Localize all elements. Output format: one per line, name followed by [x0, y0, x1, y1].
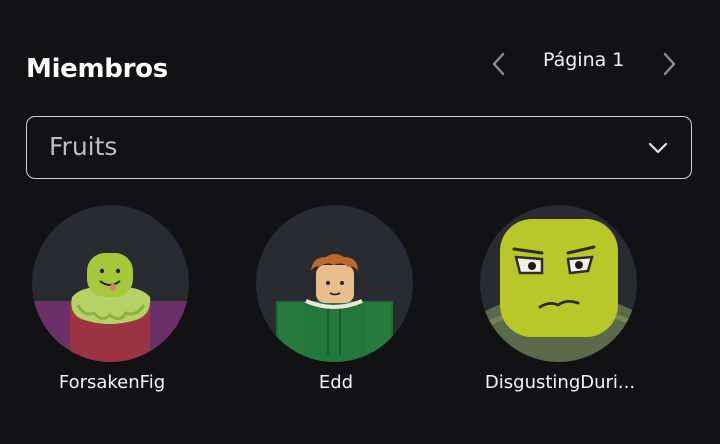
member-name: ForsakenFig	[58, 372, 166, 393]
avatar-image	[480, 219, 637, 362]
previous-page-button[interactable]	[483, 48, 515, 80]
avatar[interactable]	[480, 205, 637, 362]
group-members-panel: Miembros Página 1 Fruits ForsakenFig Edd…	[0, 0, 720, 444]
avatar-image	[32, 253, 189, 362]
role-dropdown-value: Fruits	[49, 132, 118, 161]
page-indicator: Página 1	[543, 49, 625, 71]
members-heading: Miembros	[26, 54, 168, 84]
avatar-image	[276, 254, 393, 362]
next-page-button[interactable]	[653, 48, 685, 80]
member-card[interactable]: ForsakenFig	[32, 205, 192, 393]
role-dropdown[interactable]: Fruits	[26, 116, 692, 179]
pagination: Página 1	[480, 44, 690, 80]
member-name: Edd	[318, 372, 354, 393]
member-card[interactable]: Edd	[256, 205, 416, 393]
chevron-right-icon	[663, 52, 676, 76]
member-name: DisgustingDuri...	[484, 372, 636, 393]
member-card[interactable]: DisgustingDuri...	[480, 205, 640, 393]
avatar[interactable]	[256, 205, 413, 362]
chevron-down-icon	[648, 142, 668, 154]
avatar[interactable]	[32, 205, 189, 362]
chevron-left-icon	[492, 52, 505, 76]
